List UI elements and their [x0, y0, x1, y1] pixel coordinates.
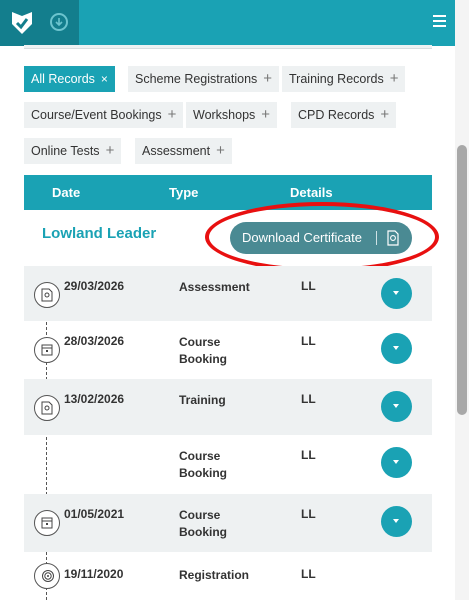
plus-icon[interactable]: +	[261, 106, 270, 123]
table-row[interactable]: Course Booking LL	[24, 435, 432, 494]
row-type: Course Booking	[179, 508, 227, 539]
filter-chip-training-records[interactable]: Training Records +	[282, 66, 406, 92]
row-date: 19/11/2020	[64, 567, 124, 581]
row-type: Registration	[179, 568, 250, 582]
section-title: Lowland Leader	[42, 225, 157, 242]
scrollbar-thumb[interactable]	[457, 145, 467, 415]
row-details: LL	[301, 567, 316, 581]
row-type: Course Booking	[179, 449, 227, 480]
chip-label: Course/Event Bookings	[31, 108, 162, 122]
top-bar	[0, 0, 455, 46]
download-circle-icon[interactable]	[50, 13, 68, 31]
plus-icon[interactable]: +	[106, 142, 115, 159]
plus-icon[interactable]: +	[380, 106, 389, 123]
row-details: LL	[301, 392, 316, 406]
filter-chip-scheme-registrations[interactable]: Scheme Registrations +	[128, 66, 280, 92]
shield-check-icon[interactable]	[10, 10, 34, 36]
row-date: 29/03/2026	[64, 279, 125, 293]
download-certificate-label: Download Certificate	[242, 230, 362, 245]
plus-icon[interactable]: +	[216, 142, 225, 159]
row-type: Training	[179, 393, 226, 407]
chevron-down-icon[interactable]	[381, 278, 412, 309]
calendar-icon	[34, 337, 60, 363]
certificate-icon	[34, 282, 60, 308]
plus-icon[interactable]: +	[168, 106, 177, 123]
chip-label: Online Tests	[31, 144, 100, 158]
chip-label: Scheme Registrations	[135, 72, 258, 86]
hamburger-icon[interactable]	[433, 15, 446, 27]
row-date: 13/02/2026	[64, 392, 125, 406]
row-date: 28/03/2026	[64, 334, 125, 348]
certificate-icon	[34, 395, 60, 421]
column-type: Type	[169, 185, 199, 200]
table-row[interactable]: 13/02/2026 Training LL	[24, 379, 432, 435]
row-details: LL	[301, 448, 316, 462]
filter-chip-all-records[interactable]: All Records ×	[24, 66, 115, 92]
chip-label: Training Records	[289, 72, 384, 86]
chevron-down-icon[interactable]	[381, 506, 412, 537]
chevron-down-icon[interactable]	[381, 447, 412, 478]
search-bar-edge	[24, 45, 432, 49]
row-details: LL	[301, 507, 316, 521]
filter-chip-workshops[interactable]: Workshops +	[186, 102, 278, 128]
table-header: Date Type Details	[24, 175, 432, 210]
filter-chip-online-tests[interactable]: Online Tests +	[24, 138, 122, 164]
chip-label: Workshops	[193, 108, 256, 122]
filter-chip-course-event-bookings[interactable]: Course/Event Bookings +	[24, 102, 184, 128]
row-date: 01/05/2021	[64, 507, 125, 521]
close-icon[interactable]: ×	[101, 72, 108, 86]
row-details: LL	[301, 334, 316, 348]
filter-chip-cpd-records[interactable]: CPD Records +	[291, 102, 397, 128]
logo-area[interactable]	[0, 0, 79, 46]
table-row[interactable]: 01/05/2021 Course Booking LL	[24, 494, 432, 552]
table-row[interactable]: 19/11/2020 Registration LL	[24, 552, 432, 600]
table-row[interactable]: 28/03/2026 Course Booking LL	[24, 321, 432, 379]
column-date: Date	[52, 185, 81, 200]
download-certificate-button[interactable]: Download Certificate	[230, 222, 412, 254]
plus-icon[interactable]: +	[263, 70, 272, 87]
plus-icon[interactable]: +	[390, 70, 399, 87]
certificate-file-icon	[387, 230, 399, 246]
chevron-down-icon[interactable]	[381, 333, 412, 364]
row-type: Course Booking	[179, 335, 227, 366]
divider	[376, 231, 377, 245]
chip-label: Assessment	[142, 144, 211, 158]
fingerprint-icon	[34, 563, 60, 589]
row-details: LL	[301, 279, 316, 293]
calendar-icon	[34, 510, 60, 536]
chip-label: CPD Records	[298, 108, 375, 122]
filter-chip-assessment[interactable]: Assessment +	[135, 138, 232, 164]
table-row[interactable]: 29/03/2026 Assessment LL	[24, 266, 432, 321]
column-details: Details	[290, 185, 333, 200]
chip-label: All Records	[31, 72, 95, 86]
chevron-down-icon[interactable]	[381, 391, 412, 422]
row-type: Assessment	[179, 280, 250, 294]
